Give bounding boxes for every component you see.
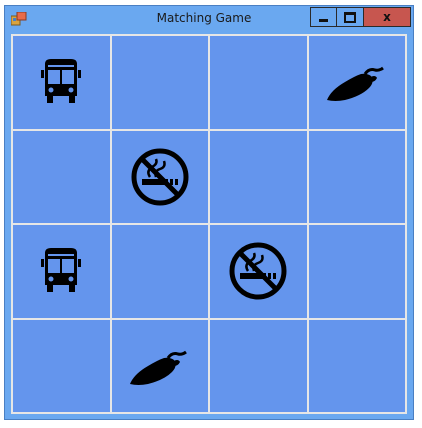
bus-icon <box>41 59 82 104</box>
maximize-icon <box>344 11 356 23</box>
close-icon: x <box>383 10 391 24</box>
board-cell[interactable] <box>12 129 111 224</box>
board-cell[interactable] <box>307 224 406 319</box>
title-bar[interactable]: Matching Game x <box>5 6 413 32</box>
board-cell[interactable] <box>12 318 111 413</box>
close-button[interactable]: x <box>364 7 411 27</box>
board-cell[interactable] <box>110 224 209 319</box>
chili-pepper-icon <box>326 67 384 102</box>
board-cell[interactable] <box>209 318 308 413</box>
board-cell[interactable] <box>209 35 308 130</box>
chili-pepper-icon <box>129 350 187 385</box>
board-cell[interactable] <box>110 318 209 413</box>
board-cell[interactable] <box>12 35 111 130</box>
board-cell[interactable] <box>110 129 209 224</box>
board-cell[interactable] <box>110 35 209 130</box>
app-window: Matching Game x <box>4 5 414 420</box>
board-cell[interactable] <box>12 224 111 319</box>
minimize-icon <box>319 19 328 22</box>
game-board-area <box>11 34 407 414</box>
board-cell[interactable] <box>307 318 406 413</box>
board-cell[interactable] <box>307 35 406 130</box>
board-cell[interactable] <box>209 129 308 224</box>
bus-icon <box>41 248 82 293</box>
board-cell[interactable] <box>209 224 308 319</box>
game-board-grid <box>11 34 407 414</box>
minimize-button[interactable] <box>310 7 337 27</box>
no-smoking-icon <box>131 148 189 206</box>
maximize-button[interactable] <box>337 7 364 27</box>
board-cell[interactable] <box>307 129 406 224</box>
no-smoking-icon <box>229 242 287 300</box>
